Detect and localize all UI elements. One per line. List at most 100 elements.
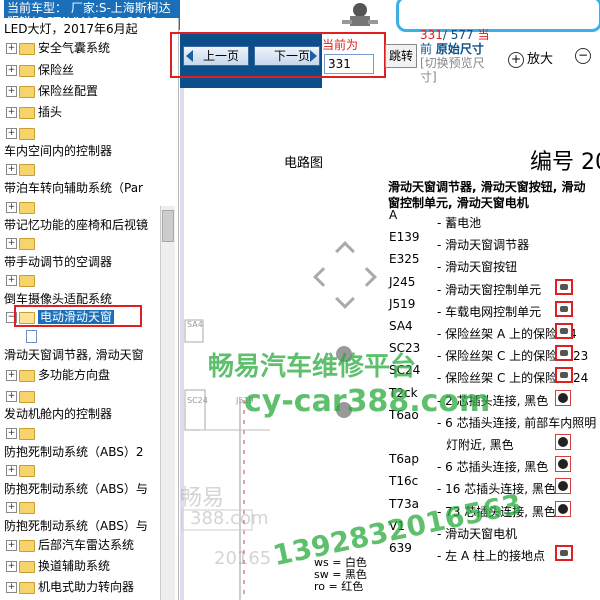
jump-button[interactable]: 跳转 xyxy=(385,44,417,68)
document-icon xyxy=(26,330,37,343)
component-description: - 蓄电池 xyxy=(437,216,482,230)
page-counter: 331/ 577 当 xyxy=(420,26,490,43)
tree-section-label[interactable]: 带记忆功能的座椅和后视镜 xyxy=(4,216,148,234)
tree-section-label[interactable]: 发动机舱内的控制器 xyxy=(4,405,112,423)
expand-icon[interactable]: + xyxy=(6,540,17,551)
tree-item[interactable] xyxy=(26,327,40,345)
diagram-title-line-2: 窗控制单元, 滑动天窗电机 xyxy=(388,196,529,210)
tree-item-label: 带记忆功能的座椅和后视镜 xyxy=(4,218,149,232)
tree-item[interactable]: + 保险丝配置 xyxy=(6,82,98,100)
tree-item-label: 带手动调节的空调器 xyxy=(4,255,113,269)
component-code: A xyxy=(389,208,398,222)
tree-section-label[interactable]: 滑动天窗调节器, 滑动天窗 xyxy=(4,346,144,364)
photo-icon[interactable] xyxy=(555,323,573,339)
tree-section-label[interactable]: 防抱死制动系统（ABS）与 xyxy=(4,480,148,498)
folder-icon xyxy=(19,427,35,440)
tree-section-label[interactable]: 防抱死制动系统（ABS）与 xyxy=(4,517,148,535)
tree-item[interactable]: + xyxy=(6,461,38,479)
tree-item-label: 后部汽车雷达系统 xyxy=(38,538,135,552)
component-description: - 左 A 柱上的接地点 xyxy=(437,549,545,563)
expand-icon[interactable]: + xyxy=(6,86,17,97)
expand-icon[interactable]: + xyxy=(6,202,17,213)
expand-icon[interactable]: + xyxy=(6,107,17,118)
zoom-in-button[interactable]: + 放大 xyxy=(508,48,553,68)
size-info: 前 原始尺寸 [切换预览尺寸] xyxy=(420,42,498,84)
tree-item[interactable]: + xyxy=(6,387,38,405)
tree-scrollbar-thumb[interactable] xyxy=(162,210,174,242)
tree-item-label: LED大灯，2017年6月起 xyxy=(4,22,138,36)
tree-section-label[interactable]: 带泊车转向辅助系统（Par xyxy=(4,179,143,197)
connector-icon[interactable] xyxy=(555,389,571,406)
tree-section-label[interactable]: 防抱死制动系统（ABS）2 xyxy=(4,443,143,461)
tree-section-label[interactable]: 车内空间内的控制器 xyxy=(4,142,112,160)
expand-icon[interactable]: + xyxy=(6,65,17,76)
expand-icon[interactable]: + xyxy=(6,465,17,476)
folder-icon xyxy=(19,106,35,119)
tree-item-label: 保险丝 xyxy=(38,63,75,77)
folder-icon xyxy=(19,390,35,403)
tree-item-label: 防抱死制动系统（ABS）与 xyxy=(4,519,148,533)
expand-icon[interactable]: + xyxy=(6,502,17,513)
tree-section-label[interactable]: 带手动调节的空调器 xyxy=(4,253,112,271)
photo-icon[interactable] xyxy=(555,278,573,295)
component-code: T16c xyxy=(389,474,419,489)
connector-icon[interactable] xyxy=(555,478,571,495)
expand-icon[interactable]: + xyxy=(6,43,17,54)
tree-scrollbar[interactable] xyxy=(160,206,175,600)
tree-item[interactable]: + 多功能方向盘 xyxy=(6,366,110,384)
component-description: - 6 芯插头连接, 黑色 xyxy=(437,460,549,475)
tree-item[interactable]: + xyxy=(6,124,38,142)
tree-item[interactable]: + xyxy=(6,424,38,442)
expand-icon[interactable]: + xyxy=(6,238,17,249)
watermark-url: cy-car388.com xyxy=(244,384,491,419)
tree-item[interactable]: + 换道辅助系统 xyxy=(6,557,110,575)
tree-item-label: 倒车摄像头适配系统 xyxy=(4,292,113,306)
folder-icon xyxy=(19,501,35,514)
tree-item[interactable]: + 保险丝 xyxy=(6,61,74,79)
expand-icon[interactable]: + xyxy=(6,391,17,402)
connector-icon[interactable] xyxy=(555,456,571,473)
page-counter-current: 331 xyxy=(420,28,443,42)
component-code: E325 xyxy=(389,252,420,267)
tree-item[interactable]: + xyxy=(6,271,38,289)
tree-item[interactable]: + xyxy=(6,234,38,252)
expand-icon[interactable]: + xyxy=(6,128,17,139)
tree-section-label[interactable]: LED大灯，2017年6月起 xyxy=(4,20,138,38)
photo-icon[interactable] xyxy=(555,367,573,384)
expand-icon[interactable]: + xyxy=(6,370,17,381)
photo-icon[interactable] xyxy=(555,545,573,561)
folder-icon xyxy=(19,464,35,477)
component-code: E139 xyxy=(389,230,420,245)
tree-item[interactable]: + xyxy=(6,198,38,216)
tree-item-label: 多功能方向盘 xyxy=(38,368,111,382)
expand-icon[interactable]: + xyxy=(6,275,17,286)
tree-item[interactable]: + 安全气囊系统 xyxy=(6,39,110,57)
tree-item-label: 车内空间内的控制器 xyxy=(4,144,113,158)
folder-icon xyxy=(19,369,35,382)
tree-item[interactable]: + 插头 xyxy=(6,103,62,121)
zoom-out-button[interactable]: − xyxy=(575,48,594,64)
page-number-input[interactable] xyxy=(324,54,374,74)
folder-icon xyxy=(19,560,35,573)
folder-icon xyxy=(19,42,35,55)
photo-icon[interactable] xyxy=(555,300,573,317)
original-size-link[interactable]: 原始尺寸 xyxy=(436,42,484,56)
expand-icon[interactable]: + xyxy=(6,428,17,439)
expand-icon[interactable]: + xyxy=(6,164,17,175)
switch-preview-size-link[interactable]: [切换预览尺寸] xyxy=(420,56,485,84)
expand-icon[interactable]: + xyxy=(6,582,17,593)
connector-icon[interactable] xyxy=(555,434,571,450)
expand-icon[interactable]: + xyxy=(6,561,17,572)
tree-item[interactable]: + 后部汽车雷达系统 xyxy=(6,536,134,554)
component-description: - 滑动天窗按钮 xyxy=(437,260,518,275)
component-code: J519 xyxy=(389,296,416,311)
connector-icon[interactable] xyxy=(555,500,571,517)
photo-icon[interactable] xyxy=(555,345,573,362)
diagram-title-line-1: 滑动天窗调节器, 滑动天窗按钮, 滑动 xyxy=(388,180,586,194)
tree-item[interactable]: + xyxy=(6,160,38,178)
page-counter-suffix: 当 xyxy=(477,28,490,42)
tree-item-label: 发动机舱内的控制器 xyxy=(4,407,113,421)
tree-item[interactable]: + xyxy=(6,498,38,516)
folder-icon xyxy=(19,64,35,77)
tree-item[interactable]: + 机电式助力转向器 xyxy=(6,578,134,596)
